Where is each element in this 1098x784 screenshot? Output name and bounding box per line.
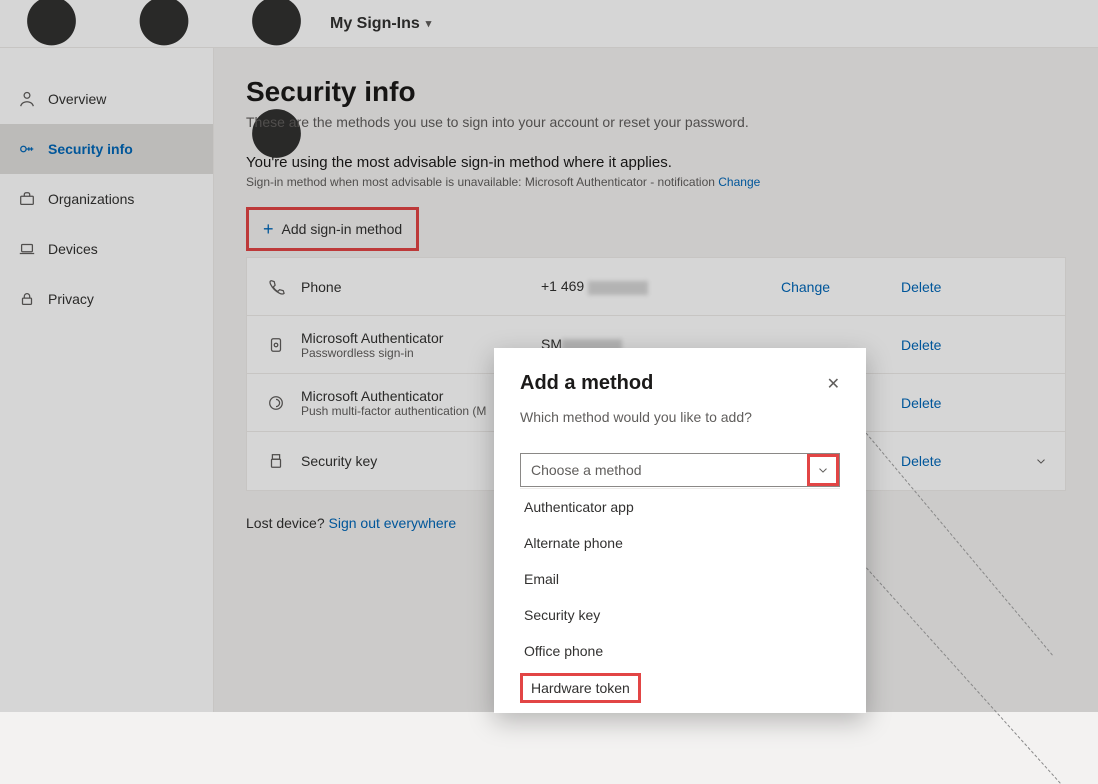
person-icon (18, 90, 36, 108)
method-dropdown: Authenticator app Alternate phone Email … (520, 488, 840, 703)
sidebar-item-label: Privacy (48, 291, 94, 307)
dropdown-option-email[interactable]: Email (520, 561, 840, 597)
authenticator-icon (251, 336, 301, 354)
advice-subtext: Sign-in method when most advisable is un… (246, 175, 1066, 189)
chevron-down-icon: ▾ (426, 17, 432, 30)
page-subtitle: These are the methods you use to sign in… (246, 114, 1066, 130)
add-method-modal: Add a method ✕ Which method would you li… (494, 348, 866, 713)
phone-icon (251, 278, 301, 296)
key-icon (18, 140, 36, 158)
briefcase-icon (18, 190, 36, 208)
top-bar: My Sign-Ins ▾ (0, 0, 1098, 48)
delete-link[interactable]: Delete (901, 337, 1021, 353)
sidebar-item-devices[interactable]: Devices (0, 224, 213, 274)
sidebar-item-overview[interactable]: Overview (0, 74, 213, 124)
modal-title: Add a method (520, 372, 653, 395)
method-select[interactable]: Choose a method (520, 453, 840, 487)
add-sign-in-method-button[interactable]: + Add sign-in method (246, 207, 419, 251)
delete-link[interactable]: Delete (901, 279, 1021, 295)
sidebar-item-privacy[interactable]: Privacy (0, 274, 213, 324)
brand-dropdown[interactable]: My Sign-Ins ▾ (330, 15, 431, 33)
delete-link[interactable]: Delete (901, 395, 1021, 411)
lock-icon (18, 290, 36, 308)
brand-label: My Sign-Ins (330, 15, 420, 33)
sidebar-item-organizations[interactable]: Organizations (0, 174, 213, 224)
change-default-link[interactable]: Change (718, 175, 760, 189)
select-chevron-highlight (807, 454, 839, 486)
page-title: Security info (246, 76, 1066, 108)
advice-text: You're using the most advisable sign-in … (246, 154, 1066, 171)
sidebar-item-label: Organizations (48, 191, 134, 207)
sidebar: Overview Security info Organizations Dev… (0, 48, 214, 712)
dropdown-option-security-key[interactable]: Security key (520, 597, 840, 633)
sign-out-everywhere-link[interactable]: Sign out everywhere (329, 515, 457, 531)
method-name: Microsoft Authenticator (301, 330, 541, 346)
sidebar-item-label: Devices (48, 241, 98, 257)
sidebar-item-security[interactable]: Security info (0, 124, 213, 174)
method-row: Phone +1 469 Change Delete (247, 258, 1065, 316)
plus-icon: + (263, 220, 274, 238)
sidebar-item-label: Overview (48, 91, 106, 107)
laptop-icon (18, 240, 36, 258)
method-value: +1 469 (541, 278, 781, 294)
dropdown-option-hardware-token[interactable]: Hardware token (520, 673, 641, 703)
change-link[interactable]: Change (781, 279, 901, 295)
dropdown-option-alt-phone[interactable]: Alternate phone (520, 525, 840, 561)
select-placeholder: Choose a method (531, 462, 642, 478)
authenticator-icon (251, 394, 301, 412)
usb-key-icon (251, 452, 301, 470)
method-name: Phone (301, 279, 541, 295)
close-icon[interactable]: ✕ (827, 374, 840, 394)
expand-row-icon[interactable] (1021, 454, 1061, 468)
modal-question: Which method would you like to add? (520, 409, 840, 425)
dropdown-option-authenticator[interactable]: Authenticator app (520, 489, 840, 525)
delete-link[interactable]: Delete (901, 453, 1021, 469)
sidebar-item-label: Security info (48, 141, 133, 157)
add-method-label: Add sign-in method (282, 221, 403, 237)
dropdown-option-office-phone[interactable]: Office phone (520, 633, 840, 669)
